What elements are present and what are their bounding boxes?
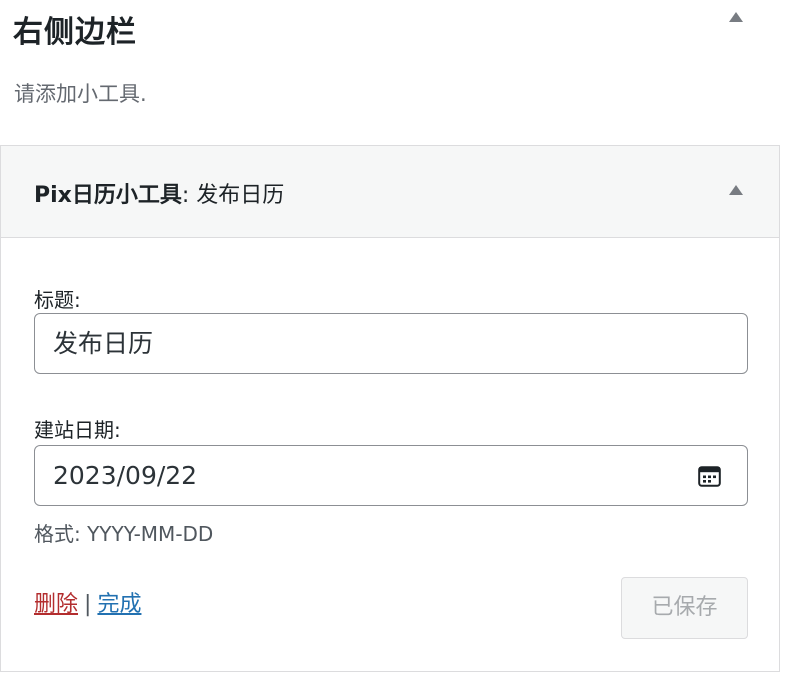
widget-title: Pix日历小工具: 发布日历 xyxy=(34,177,284,209)
date-label: 建站日期: xyxy=(34,418,121,442)
calendar-widget: Pix日历小工具: 发布日历 标题: 发布日历 建站日期: 2023/09/22… xyxy=(0,145,780,672)
title-label: 标题: xyxy=(34,288,81,312)
widget-title-separator: : xyxy=(181,183,197,208)
sidebar-title: 右侧边栏 xyxy=(13,15,137,50)
widget-instance-title: 发布日历 xyxy=(196,183,285,208)
triangle-up-icon[interactable] xyxy=(729,12,743,22)
date-input[interactable]: 2023/09/22 xyxy=(34,445,748,506)
done-link[interactable]: 完成 xyxy=(97,592,141,617)
title-input[interactable]: 发布日历 xyxy=(34,313,748,374)
widget-name: Pix日历小工具 xyxy=(34,183,182,208)
triangle-up-icon[interactable] xyxy=(729,185,743,195)
widgets-panel: 右侧边栏 请添加小工具. Pix日历小工具: 发布日历 标题: 发布日历 建站日… xyxy=(0,0,800,683)
saved-button: 已保存 xyxy=(621,577,748,639)
widget-header[interactable]: Pix日历小工具: 发布日历 xyxy=(1,146,779,238)
sidebar-description: 请添加小工具. xyxy=(14,82,147,106)
calendar-icon[interactable] xyxy=(698,466,721,487)
date-format-hint: 格式: YYYY-MM-DD xyxy=(34,522,214,546)
delete-link[interactable]: 删除 xyxy=(34,592,78,617)
widget-controls: 删除 | 完成 xyxy=(34,586,141,618)
controls-divider: | xyxy=(84,592,92,617)
sidebar-header[interactable]: 右侧边栏 xyxy=(0,0,800,60)
